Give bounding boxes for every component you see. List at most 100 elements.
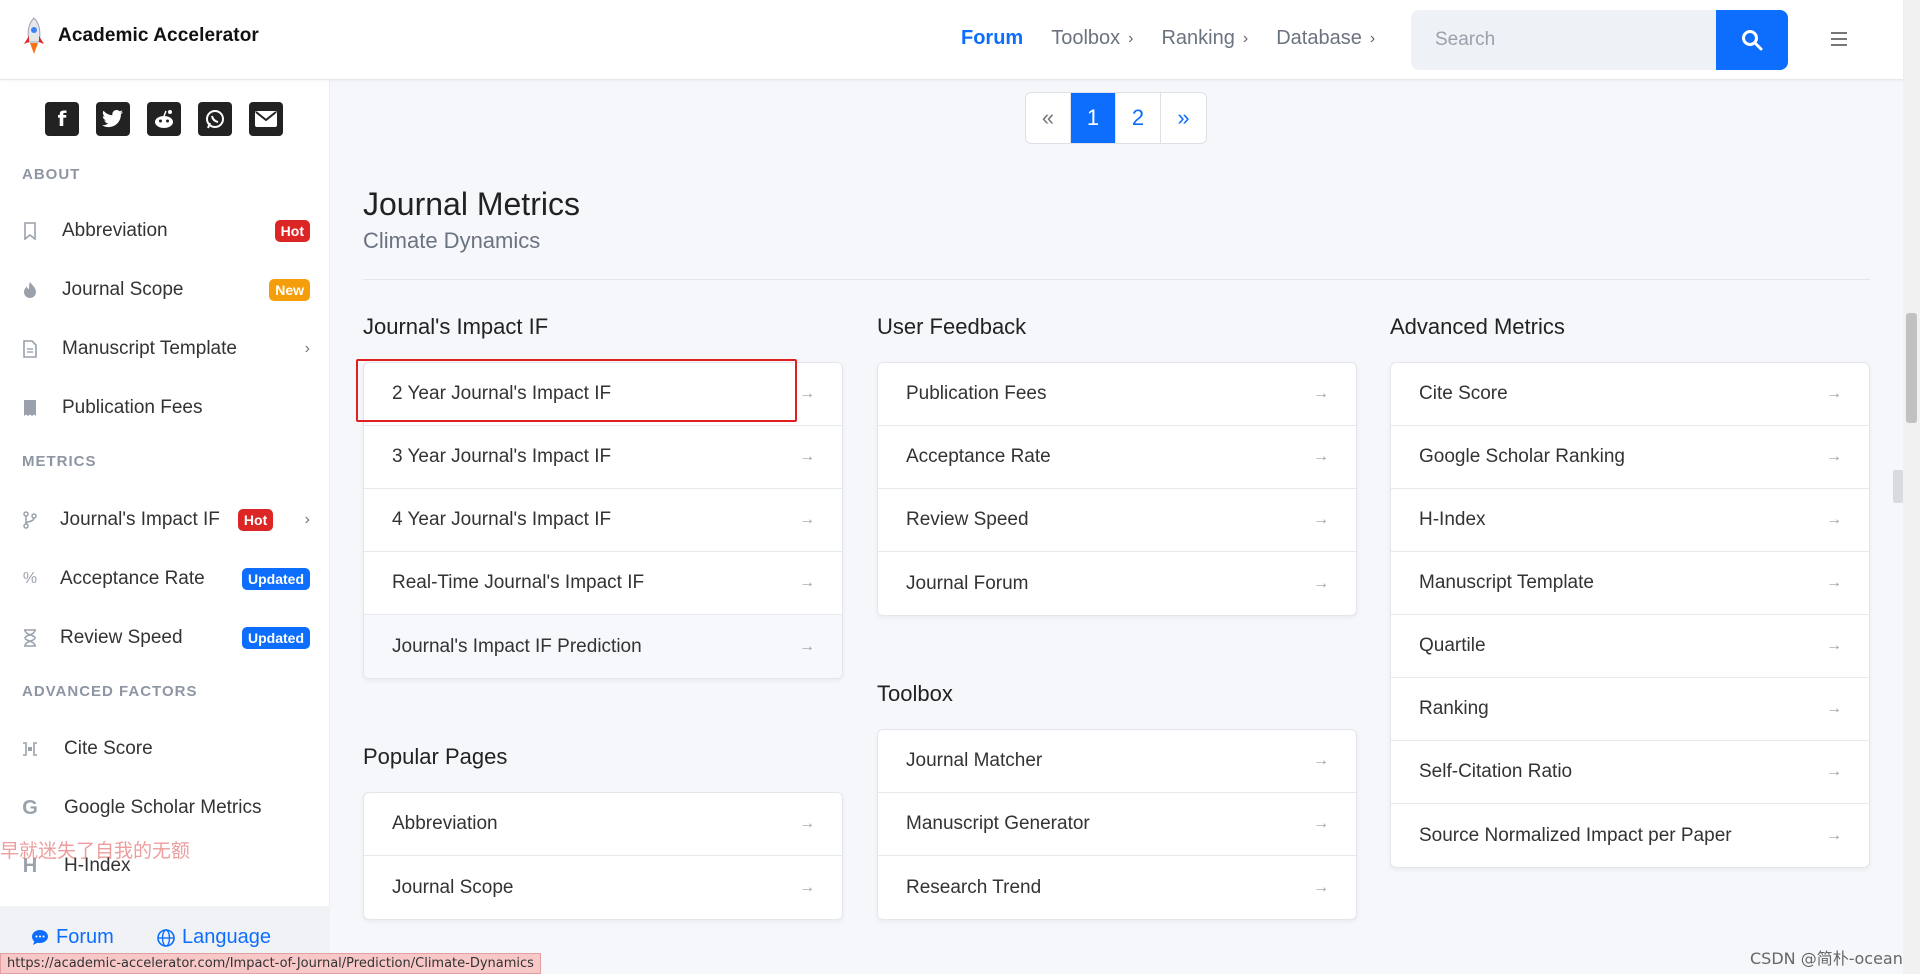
arrow-right-icon: → — [799, 448, 815, 465]
sidebar-item-acceptance-rate[interactable]: % Acceptance Rate Updated — [20, 559, 310, 599]
section-about-heading: ABOUT — [22, 166, 81, 183]
sidebar-item-review-speed[interactable]: Review Speed Updated — [20, 618, 310, 658]
bookmark-icon — [20, 221, 40, 241]
list-item[interactable]: Manuscript Generator → — [878, 793, 1356, 856]
page-2-button[interactable]: 2 — [1116, 93, 1161, 143]
nav-toolbox-label: Toolbox — [1051, 27, 1121, 49]
arrow-right-icon: → — [1313, 448, 1329, 465]
list-item[interactable]: H-Index → — [1391, 489, 1869, 552]
sidebar-item-abbreviation[interactable]: Abbreviation Hot — [20, 211, 310, 251]
nav-forum[interactable]: Forum — [961, 27, 1023, 50]
list-item-label: Journal Forum — [906, 572, 1029, 594]
highlight-annotation — [356, 359, 797, 422]
watermark: CSDN @简朴-ocean — [1750, 949, 1903, 968]
language-link[interactable]: Language — [156, 926, 271, 949]
list-item[interactable]: Journal Forum → — [878, 552, 1356, 615]
list-item[interactable]: Cite Score → — [1391, 363, 1869, 426]
google-icon: G — [22, 796, 38, 819]
list-item-label: Research Trend — [906, 876, 1042, 898]
globe-icon — [157, 928, 175, 947]
sidebar-item-label: Journal Scope — [62, 279, 184, 300]
sidebar-item-publication-fees[interactable]: Publication Fees — [20, 388, 310, 428]
list-item[interactable]: Publication Fees → — [878, 363, 1356, 426]
list-item-label: Review Speed — [906, 509, 1029, 530]
search-icon — [1742, 30, 1763, 51]
list-item-label: Journal's Impact IF Prediction — [392, 635, 642, 657]
search-button[interactable] — [1716, 10, 1788, 70]
list-item[interactable]: 3 Year Journal's Impact IF → — [364, 426, 842, 489]
next-page-button[interactable]: » — [1161, 93, 1206, 143]
whatsapp-icon[interactable] — [198, 102, 232, 136]
list-item[interactable]: Quartile → — [1391, 615, 1869, 678]
page-1-button[interactable]: 1 — [1071, 93, 1116, 143]
sidebar-item-journals-impact-if[interactable]: Journal's Impact IF Hot › — [20, 500, 310, 540]
hot-badge: Hot — [237, 509, 274, 531]
advanced-metrics-card: Cite Score → Google Scholar Ranking → H-In… — [1390, 362, 1870, 868]
search-input[interactable] — [1411, 10, 1716, 70]
chevron-right-icon: › — [1369, 29, 1376, 47]
list-item-label: Journal Matcher — [906, 750, 1043, 771]
chat-icon — [32, 929, 48, 945]
inner-scrollbar-thumb[interactable] — [1893, 470, 1903, 503]
list-item[interactable]: Google Scholar Ranking → — [1391, 426, 1869, 489]
sidebar-item-google-scholar-metrics[interactable]: G Google Scholar Metrics — [20, 788, 310, 828]
list-item[interactable]: Journal Matcher → — [878, 730, 1356, 793]
list-item-label: Publication Fees — [906, 383, 1047, 404]
hourglass-icon — [20, 628, 40, 648]
list-item[interactable]: Journal's Impact IF Prediction → — [364, 615, 842, 678]
sidebar-item-label: Abbreviation — [62, 220, 168, 241]
user-feedback-heading: User Feedback — [877, 314, 1027, 339]
document-icon — [20, 339, 40, 359]
list-item[interactable]: Manuscript Template → — [1391, 552, 1869, 615]
twitter-icon[interactable] — [96, 102, 130, 136]
sidebar-item-manuscript-template[interactable]: Manuscript Template › — [20, 329, 310, 369]
nav-ranking[interactable]: Ranking › — [1161, 27, 1248, 50]
hamburger-menu-icon[interactable] — [1828, 28, 1850, 50]
brand[interactable]: Academic Accelerator — [20, 16, 259, 56]
list-item-label: 3 Year Journal's Impact IF — [392, 446, 612, 467]
flame-icon — [20, 280, 40, 300]
arrow-right-icon: → — [1313, 574, 1329, 592]
prev-page-button[interactable]: « — [1026, 93, 1071, 143]
facebook-icon[interactable]: f — [45, 102, 79, 136]
reddit-icon[interactable] — [147, 102, 181, 136]
user-feedback-card: Publication Fees → Acceptance Rate → Revie… — [877, 362, 1357, 616]
main-nav: Forum Toolbox › Ranking › Database › — [961, 27, 1375, 50]
list-item[interactable]: Review Speed → — [878, 489, 1356, 552]
list-item[interactable]: Research Trend → — [878, 856, 1356, 919]
nav-database[interactable]: Database › — [1276, 27, 1375, 50]
toolbox-card: Journal Matcher → Manuscript Generator → R… — [877, 729, 1357, 920]
sidebar-item-label: Acceptance Rate — [60, 568, 205, 589]
list-item[interactable]: Acceptance Rate → — [878, 426, 1356, 489]
page-scrollbar[interactable] — [1903, 0, 1920, 974]
sidebar-item-label: Review Speed — [60, 627, 183, 648]
list-item-label: Cite Score — [1419, 383, 1508, 404]
chevron-right-icon: › — [304, 511, 310, 528]
list-item[interactable]: Self-Citation Ratio → — [1391, 741, 1869, 804]
list-item[interactable]: Journal Scope → — [364, 856, 842, 919]
list-item-label: 4 Year Journal's Impact IF — [392, 509, 612, 530]
list-item-label: Self-Citation Ratio — [1419, 761, 1573, 782]
list-item[interactable]: Abbreviation → — [364, 793, 842, 856]
sidebar-item-journal-scope[interactable]: Journal Scope New — [20, 270, 310, 310]
email-icon[interactable] — [249, 102, 283, 136]
sidebar-item-label: Journal's Impact IF — [60, 509, 220, 530]
arrow-right-icon: → — [1826, 763, 1842, 780]
divider — [363, 279, 1870, 280]
list-item[interactable]: 4 Year Journal's Impact IF → — [364, 489, 842, 552]
scrollbar-thumb[interactable] — [1906, 313, 1917, 423]
overlay-text: 早就迷失了自我的无额 — [0, 840, 191, 862]
list-item[interactable]: Real-Time Journal's Impact IF → — [364, 552, 842, 615]
forum-link[interactable]: Forum — [30, 926, 114, 949]
popular-pages-card: Abbreviation → Journal Scope → — [363, 792, 843, 920]
toolbox-heading: Toolbox — [877, 681, 953, 706]
sidebar-item-cite-score[interactable]: Cite Score — [20, 729, 310, 769]
status-url-bar: https://academic-accelerator.com/Impact-… — [0, 953, 541, 974]
list-item[interactable]: Ranking → — [1391, 678, 1869, 741]
arrow-right-icon: → — [1826, 448, 1842, 465]
list-item[interactable]: Source Normalized Impact per Paper → — [1391, 804, 1869, 867]
nav-toolbox[interactable]: Toolbox › — [1051, 27, 1133, 50]
arrow-right-icon: → — [799, 815, 815, 832]
arrow-right-icon: → — [1313, 511, 1329, 528]
list-item-label: Acceptance Rate — [906, 446, 1051, 467]
